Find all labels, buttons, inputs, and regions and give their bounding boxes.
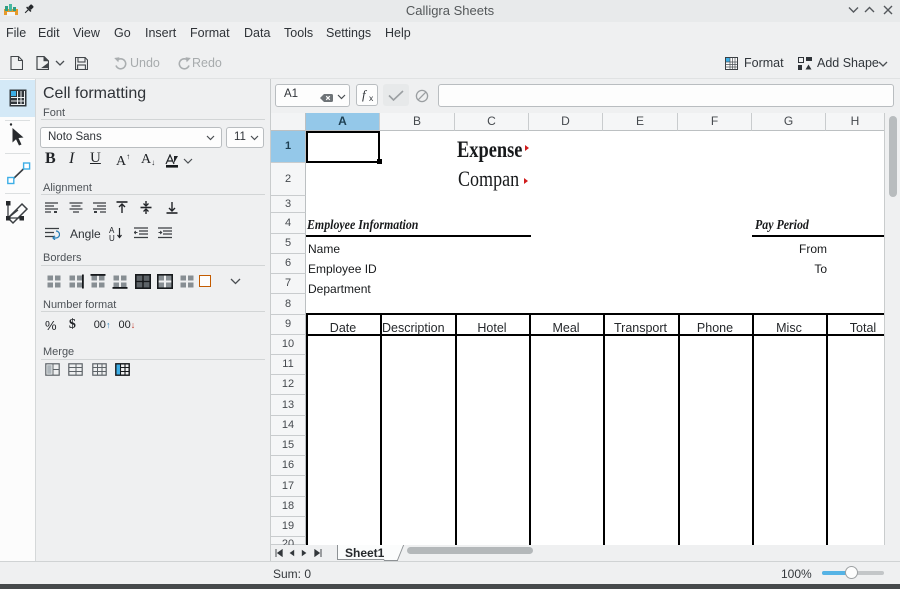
- svg-text:U: U: [109, 234, 115, 241]
